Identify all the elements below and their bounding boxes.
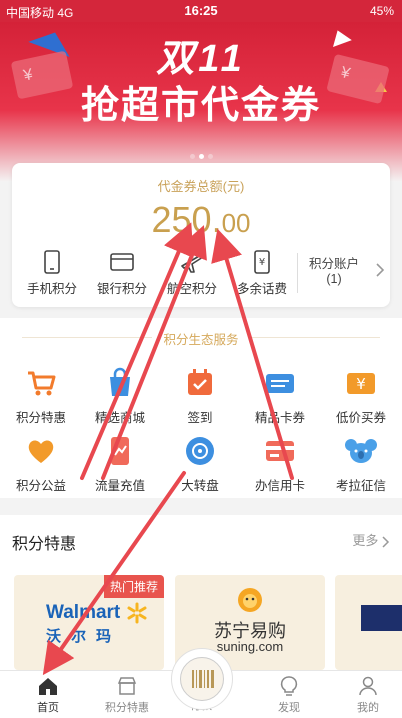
status-bar: 中国移动 4G 16:25 45% bbox=[0, 0, 402, 22]
tab-home[interactable]: 首页 bbox=[16, 675, 80, 715]
more-link[interactable]: 更多 bbox=[352, 530, 390, 549]
hot-tag: 热门推荐 bbox=[103, 575, 164, 598]
pay-button[interactable] bbox=[171, 648, 233, 710]
service-charity[interactable]: 积分公益 bbox=[1, 434, 81, 494]
service-label: 考拉征信 bbox=[335, 479, 386, 493]
service-label: 签到 bbox=[187, 411, 213, 425]
data-phone-icon bbox=[111, 437, 129, 465]
tab-label: 发现 bbox=[278, 702, 300, 714]
service-koala-credit[interactable]: 考拉征信 bbox=[321, 434, 401, 494]
svg-text:¥: ¥ bbox=[356, 375, 366, 393]
points-source-label: 手机积分 bbox=[26, 282, 77, 296]
points-account-count: (1) bbox=[326, 272, 342, 286]
ticket-icon bbox=[266, 374, 294, 393]
carousel-dots bbox=[0, 146, 402, 164]
user-icon bbox=[359, 676, 377, 696]
service-lucky-wheel[interactable]: 大转盘 bbox=[160, 434, 240, 494]
promo-card-partial[interactable] bbox=[335, 575, 402, 670]
service-label: 大转盘 bbox=[181, 479, 219, 493]
service-mall[interactable]: 精选商城 bbox=[80, 366, 160, 426]
home-icon bbox=[39, 678, 57, 695]
yen-coupon-icon: ¥ bbox=[347, 373, 375, 394]
points-source-label: 航空积分 bbox=[166, 282, 217, 296]
amount-integer: 250. bbox=[151, 199, 222, 240]
service-label: 流量充值 bbox=[94, 479, 145, 493]
chevron-right-icon bbox=[376, 263, 385, 277]
voucher-card: 代金券总额(元) 250.00 手机积分 银行积分 航空积分 ¥ 多余话费 积分… bbox=[12, 163, 390, 307]
points-source-phone[interactable]: 手机积分 bbox=[16, 246, 88, 297]
points-account-label: 积分账户 bbox=[309, 257, 360, 271]
walmart-logo-text: Walmart bbox=[46, 602, 121, 623]
service-label: 积分公益 bbox=[15, 479, 66, 493]
service-coupons[interactable]: 精品卡券 bbox=[240, 366, 320, 426]
svg-text:¥: ¥ bbox=[259, 257, 265, 268]
cart-icon bbox=[28, 371, 56, 396]
tab-label: 首页 bbox=[37, 702, 59, 714]
barcode-icon bbox=[192, 670, 214, 688]
divider bbox=[297, 253, 298, 293]
tab-label: 我的 bbox=[357, 702, 379, 714]
service-label: 精品卡券 bbox=[254, 411, 305, 425]
heart-icon bbox=[28, 440, 54, 463]
banner-title-line2: 抢超市代金券 bbox=[80, 85, 321, 127]
koala-icon bbox=[345, 439, 377, 463]
tab-discover[interactable]: 发现 bbox=[257, 675, 321, 715]
bulb-icon bbox=[280, 676, 298, 696]
voucher-total-label: 代金券总额(元) bbox=[157, 179, 245, 194]
shop-icon bbox=[117, 677, 137, 695]
clock: 16:25 bbox=[184, 3, 218, 18]
points-source-airline[interactable]: 航空积分 bbox=[156, 246, 228, 297]
tab-me[interactable]: 我的 bbox=[336, 675, 400, 715]
section-title: 积分生态服务 bbox=[0, 329, 402, 348]
section-title: 积分特惠 bbox=[12, 536, 77, 553]
service-checkin[interactable]: 签到 bbox=[160, 366, 240, 426]
service-label: 办信用卡 bbox=[254, 479, 305, 493]
partial-logo bbox=[361, 605, 402, 631]
service-label: 积分特惠 bbox=[15, 411, 66, 425]
wheel-icon bbox=[186, 437, 214, 465]
service-credit-card[interactable]: 办信用卡 bbox=[240, 434, 320, 494]
service-label: 精选商城 bbox=[94, 411, 145, 425]
phone-icon bbox=[44, 250, 60, 274]
points-source-phone-credit[interactable]: ¥ 多余话费 bbox=[226, 246, 298, 297]
points-source-bank[interactable]: 银行积分 bbox=[86, 246, 158, 297]
points-special-section: 积分特惠 更多 热门推荐 Walmart 沃尔玛 苏宁易购 suning.com bbox=[0, 515, 402, 670]
walmart-spark-icon bbox=[127, 602, 147, 624]
suning-lion-icon bbox=[238, 588, 262, 612]
points-ecosystem-services: 积分生态服务 积分特惠 精选商城 签到 精品卡券 ¥ 低价买券 积分公益 流量充… bbox=[0, 318, 402, 498]
credit-card-icon bbox=[266, 441, 294, 461]
walmart-logo-cn: 沃尔玛 bbox=[46, 628, 122, 645]
tab-points-special[interactable]: 积分特惠 bbox=[95, 675, 159, 715]
yen-phone-icon: ¥ bbox=[254, 250, 270, 274]
airplane-icon bbox=[181, 254, 204, 273]
service-cheap-coupons[interactable]: ¥ 低价买券 bbox=[321, 366, 401, 426]
battery: 45% bbox=[369, 4, 394, 18]
promo-banner[interactable]: 双11 抢超市代金券 bbox=[0, 22, 402, 182]
voucher-total-amount[interactable]: 250.00 bbox=[12, 199, 390, 241]
points-source-label: 银行积分 bbox=[96, 282, 147, 296]
tab-label: 积分特惠 bbox=[105, 702, 149, 714]
calendar-check-icon bbox=[188, 369, 212, 395]
service-data-topup[interactable]: 流量充值 bbox=[80, 434, 160, 494]
points-source-label: 多余话费 bbox=[236, 282, 287, 296]
bank-card-icon bbox=[110, 253, 134, 271]
service-points-special[interactable]: 积分特惠 bbox=[1, 366, 81, 426]
service-label: 低价买券 bbox=[335, 411, 386, 425]
chevron-right-icon bbox=[382, 536, 390, 548]
shopping-bag-icon bbox=[110, 367, 130, 396]
amount-decimal: 00 bbox=[221, 208, 251, 238]
promo-card-walmart[interactable]: 热门推荐 Walmart 沃尔玛 bbox=[14, 575, 164, 670]
